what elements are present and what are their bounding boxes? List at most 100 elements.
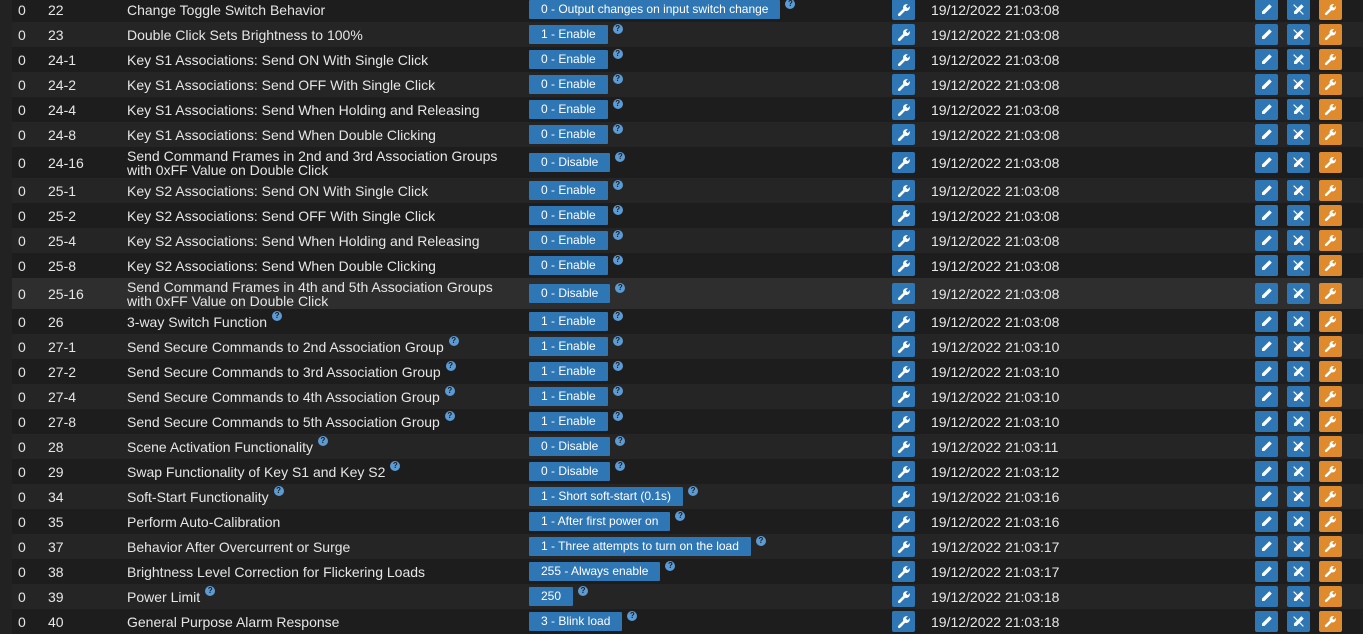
edit-alt-button[interactable] <box>1287 49 1310 70</box>
edit-button[interactable] <box>1255 49 1278 70</box>
edit-button[interactable] <box>1255 436 1278 457</box>
help-icon[interactable]: ? <box>272 310 283 321</box>
value-button[interactable]: 1 - Enable <box>529 412 608 431</box>
edit-alt-button[interactable] <box>1287 561 1310 582</box>
edit-alt-button[interactable] <box>1287 180 1310 201</box>
help-icon[interactable]: ? <box>615 282 626 293</box>
edit-button[interactable] <box>1255 0 1278 20</box>
value-button[interactable]: 0 - Enable <box>529 125 608 144</box>
edit-alt-button[interactable] <box>1287 611 1310 632</box>
edit-button[interactable] <box>1255 461 1278 482</box>
help-icon[interactable]: ? <box>318 435 328 446</box>
configure-button[interactable] <box>892 611 915 632</box>
help-icon[interactable]: ? <box>612 73 623 84</box>
edit-alt-button[interactable] <box>1287 230 1310 251</box>
edit-alt-button[interactable] <box>1287 386 1310 407</box>
configure-button[interactable] <box>892 586 915 607</box>
edit-button[interactable] <box>1255 486 1278 507</box>
help-icon[interactable]: ? <box>755 535 766 546</box>
edit-alt-button[interactable] <box>1287 361 1310 382</box>
edit-button[interactable] <box>1255 283 1278 304</box>
value-button[interactable]: 0 - Enable <box>529 206 608 225</box>
edit-alt-button[interactable] <box>1287 205 1310 226</box>
help-icon[interactable]: ? <box>688 485 699 496</box>
edit-alt-button[interactable] <box>1287 74 1310 95</box>
edit-button[interactable] <box>1255 205 1278 226</box>
edit-alt-button[interactable] <box>1287 255 1310 276</box>
help-icon[interactable]: ? <box>665 560 676 571</box>
apply-button[interactable] <box>1319 24 1342 45</box>
value-button[interactable]: 1 - Enable <box>529 25 608 44</box>
configure-button[interactable] <box>892 49 915 70</box>
edit-alt-button[interactable] <box>1287 336 1310 357</box>
help-icon[interactable]: ? <box>390 460 401 471</box>
apply-button[interactable] <box>1319 411 1342 432</box>
edit-button[interactable] <box>1255 586 1278 607</box>
value-button[interactable]: 255 - Always enable <box>529 562 661 581</box>
help-icon[interactable]: ? <box>205 585 216 596</box>
apply-button[interactable] <box>1319 461 1342 482</box>
help-icon[interactable]: ? <box>612 204 623 215</box>
configure-button[interactable] <box>892 386 915 407</box>
help-icon[interactable]: ? <box>612 23 623 34</box>
configure-button[interactable] <box>892 536 915 557</box>
apply-button[interactable] <box>1319 255 1342 276</box>
edit-button[interactable] <box>1255 255 1278 276</box>
value-button[interactable]: 1 - Enable <box>529 312 608 331</box>
configure-button[interactable] <box>892 336 915 357</box>
configure-button[interactable] <box>892 255 915 276</box>
edit-alt-button[interactable] <box>1287 24 1310 45</box>
value-button[interactable]: 250 <box>529 587 574 606</box>
value-button[interactable]: 1 - Enable <box>529 387 608 406</box>
configure-button[interactable] <box>892 0 915 20</box>
edit-button[interactable] <box>1255 152 1278 173</box>
help-icon[interactable]: ? <box>675 510 686 521</box>
help-icon[interactable]: ? <box>612 48 623 59</box>
help-icon[interactable]: ? <box>578 585 589 596</box>
value-button[interactable]: 1 - After first power on <box>529 512 671 531</box>
edit-alt-button[interactable] <box>1287 152 1310 173</box>
edit-button[interactable] <box>1255 511 1278 532</box>
help-icon[interactable]: ? <box>612 229 623 240</box>
apply-button[interactable] <box>1319 511 1342 532</box>
apply-button[interactable] <box>1319 611 1342 632</box>
edit-alt-button[interactable] <box>1287 436 1310 457</box>
help-icon[interactable]: ? <box>448 335 459 346</box>
apply-button[interactable] <box>1319 180 1342 201</box>
edit-button[interactable] <box>1255 74 1278 95</box>
apply-button[interactable] <box>1319 99 1342 120</box>
configure-button[interactable] <box>892 511 915 532</box>
value-button[interactable]: 0 - Enable <box>529 75 608 94</box>
help-icon[interactable]: ? <box>612 179 623 190</box>
configure-button[interactable] <box>892 24 915 45</box>
help-icon[interactable]: ? <box>445 360 456 371</box>
help-icon[interactable]: ? <box>612 310 623 321</box>
edit-button[interactable] <box>1255 611 1278 632</box>
apply-button[interactable] <box>1319 586 1342 607</box>
edit-alt-button[interactable] <box>1287 511 1310 532</box>
help-icon[interactable]: ? <box>612 385 623 396</box>
apply-button[interactable] <box>1319 49 1342 70</box>
apply-button[interactable] <box>1319 74 1342 95</box>
value-button[interactable]: 0 - Disable <box>529 462 611 481</box>
value-button[interactable]: 1 - Three attempts to turn on the load <box>529 537 751 556</box>
configure-button[interactable] <box>892 561 915 582</box>
help-icon[interactable]: ? <box>785 0 796 9</box>
configure-button[interactable] <box>892 436 915 457</box>
help-icon[interactable]: ? <box>627 610 638 621</box>
edit-alt-button[interactable] <box>1287 124 1310 145</box>
configure-button[interactable] <box>892 152 915 173</box>
value-button[interactable]: 0 - Disable <box>529 284 611 303</box>
value-button[interactable]: 0 - Enable <box>529 231 608 250</box>
value-button[interactable]: 3 - Blink load <box>529 612 623 631</box>
edit-alt-button[interactable] <box>1287 461 1310 482</box>
edit-button[interactable] <box>1255 124 1278 145</box>
apply-button[interactable] <box>1319 561 1342 582</box>
help-icon[interactable]: ? <box>273 485 284 496</box>
value-button[interactable]: 0 - Enable <box>529 50 608 69</box>
edit-button[interactable] <box>1255 536 1278 557</box>
configure-button[interactable] <box>892 205 915 226</box>
apply-button[interactable] <box>1319 436 1342 457</box>
edit-alt-button[interactable] <box>1287 586 1310 607</box>
value-button[interactable]: 0 - Output changes on input switch chang… <box>529 0 781 19</box>
